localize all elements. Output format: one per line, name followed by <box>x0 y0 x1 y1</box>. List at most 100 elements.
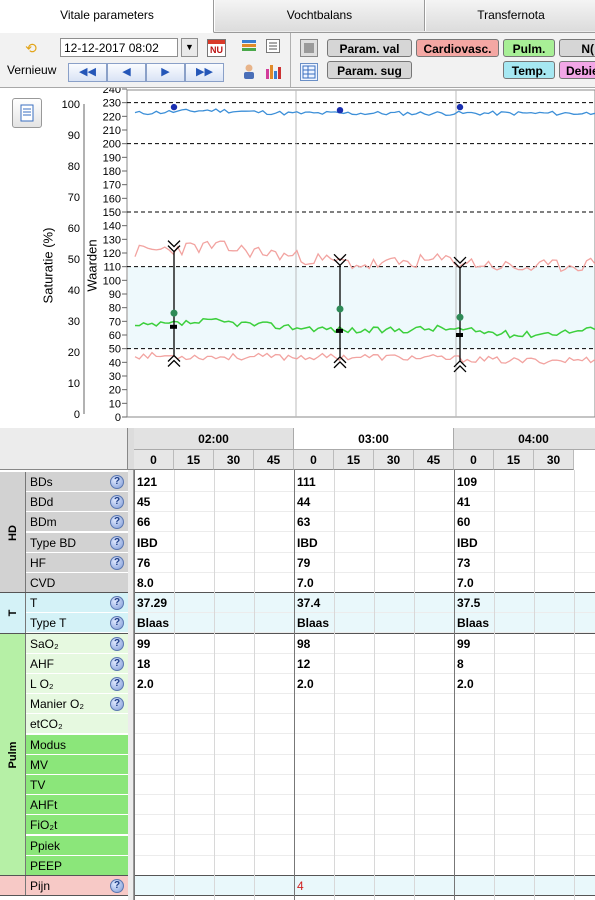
value-cell[interactable] <box>455 795 495 815</box>
list-view-icon[interactable] <box>264 39 282 57</box>
value-cell[interactable]: 73 <box>455 553 495 573</box>
category-debiet[interactable]: Debie <box>559 61 595 79</box>
value-cell[interactable]: 4 <box>295 876 335 896</box>
value-cell[interactable] <box>455 836 495 856</box>
chevron-down-icon[interactable]: ▼ <box>181 38 198 57</box>
value-cell[interactable] <box>295 755 335 775</box>
value-cell[interactable]: IBD <box>455 533 495 553</box>
minute-header[interactable]: 0 <box>134 450 174 470</box>
value-cell[interactable]: 18 <box>135 654 175 674</box>
last-page-button[interactable]: ▶▶ <box>185 63 224 82</box>
datetime-field[interactable]: 12-12-2017 08:02 <box>60 38 178 57</box>
minute-header[interactable]: 30 <box>374 450 414 470</box>
value-cell[interactable]: 2.0 <box>455 674 495 694</box>
refresh-label[interactable]: Vernieuw <box>7 63 56 77</box>
value-cell[interactable]: 44 <box>295 492 335 512</box>
value-cell[interactable]: 109 <box>455 472 495 492</box>
value-cell[interactable]: 121 <box>135 472 175 492</box>
value-cell[interactable] <box>135 694 175 714</box>
value-cell[interactable]: 37.5 <box>455 593 495 613</box>
grid-view-icon[interactable] <box>240 39 258 57</box>
minute-header[interactable]: 15 <box>174 450 214 470</box>
value-cell[interactable]: Blaas <box>295 613 335 633</box>
vitals-chart[interactable]: 1009080706050403020100240230220210200190… <box>0 88 595 424</box>
value-cell[interactable]: IBD <box>135 533 175 553</box>
category-cardiovasc[interactable]: Cardiovasc. <box>416 39 499 57</box>
value-cell[interactable]: 7.0 <box>455 573 495 593</box>
value-cell[interactable] <box>455 876 495 896</box>
help-icon[interactable]: ? <box>110 677 124 691</box>
value-cell[interactable]: 66 <box>135 512 175 532</box>
value-cell[interactable] <box>295 856 335 876</box>
value-cell[interactable]: 2.0 <box>295 674 335 694</box>
category-param-val[interactable]: Param. val <box>327 39 412 57</box>
value-cell[interactable]: Blaas <box>135 613 175 633</box>
value-cell[interactable]: 76 <box>135 553 175 573</box>
value-cell[interactable]: 41 <box>455 492 495 512</box>
value-cell[interactable]: 7.0 <box>295 573 335 593</box>
value-cell[interactable] <box>295 694 335 714</box>
value-cell[interactable] <box>455 694 495 714</box>
help-icon[interactable]: ? <box>110 636 124 651</box>
minute-header[interactable]: 30 <box>534 450 574 470</box>
value-cell[interactable] <box>295 836 335 856</box>
table-toggle-icon[interactable] <box>300 63 318 81</box>
value-cell[interactable] <box>455 735 495 755</box>
category-pulm[interactable]: Pulm. <box>503 39 555 57</box>
minute-header[interactable]: 45 <box>414 450 454 470</box>
minute-header[interactable]: 0 <box>454 450 494 470</box>
value-cell[interactable] <box>135 856 175 876</box>
value-cell[interactable]: 37.29 <box>135 593 175 613</box>
minute-header[interactable]: 45 <box>254 450 294 470</box>
value-cell[interactable] <box>295 775 335 795</box>
hour-header[interactable]: 02:00 <box>134 428 294 450</box>
previous-button[interactable]: ◀ <box>107 63 146 82</box>
value-cell[interactable]: 12 <box>295 654 335 674</box>
help-icon[interactable]: ? <box>110 879 124 893</box>
value-cell[interactable]: 79 <box>295 553 335 573</box>
value-cell[interactable] <box>295 795 335 815</box>
value-cell[interactable] <box>135 755 175 775</box>
value-cell[interactable]: 99 <box>455 634 495 654</box>
value-cell[interactable] <box>135 836 175 856</box>
hour-header[interactable]: 03:00 <box>294 428 454 450</box>
first-page-button[interactable]: ◀◀ <box>68 63 107 82</box>
refresh-icon[interactable]: ⟲ <box>22 39 40 57</box>
minute-header[interactable]: 15 <box>334 450 374 470</box>
value-cell[interactable]: 2.0 <box>135 674 175 694</box>
tab-vitale-parameters[interactable]: Vitale parameters <box>0 0 214 33</box>
minute-header[interactable]: 15 <box>494 450 534 470</box>
minute-header[interactable]: 30 <box>214 450 254 470</box>
value-cell[interactable] <box>455 714 495 734</box>
value-cell[interactable] <box>135 714 175 734</box>
panel-toggle-icon[interactable] <box>300 39 318 57</box>
value-cell[interactable]: 37.4 <box>295 593 335 613</box>
value-cell[interactable] <box>135 775 175 795</box>
value-cell[interactable] <box>135 815 175 835</box>
value-cell[interactable] <box>135 876 175 896</box>
value-cell[interactable]: 45 <box>135 492 175 512</box>
value-cell[interactable] <box>295 735 335 755</box>
tab-transfernota[interactable]: Transfernota <box>425 0 595 31</box>
user-icon[interactable] <box>240 63 258 81</box>
help-icon[interactable]: ? <box>110 475 124 489</box>
tab-vochtbalans[interactable]: Vochtbalans <box>214 0 425 31</box>
value-cell[interactable] <box>135 735 175 755</box>
value-cell[interactable] <box>135 795 175 815</box>
value-cell[interactable] <box>295 714 335 734</box>
value-cell[interactable] <box>455 755 495 775</box>
value-cell[interactable]: Blaas <box>455 613 495 633</box>
minute-header[interactable]: 0 <box>294 450 334 470</box>
value-cell[interactable] <box>455 775 495 795</box>
category-n[interactable]: N( <box>559 39 595 57</box>
value-cell[interactable] <box>455 856 495 876</box>
category-param-sug[interactable]: Param. sug <box>327 61 412 79</box>
value-cell[interactable]: 8 <box>455 654 495 674</box>
category-temp[interactable]: Temp. <box>503 61 555 79</box>
hour-header[interactable]: 04:00 <box>454 428 595 450</box>
value-cell[interactable] <box>455 815 495 835</box>
help-icon[interactable]: ? <box>110 535 124 550</box>
value-cell[interactable]: 8.0 <box>135 573 175 593</box>
value-cell[interactable]: 111 <box>295 472 335 492</box>
next-button[interactable]: ▶ <box>146 63 185 82</box>
